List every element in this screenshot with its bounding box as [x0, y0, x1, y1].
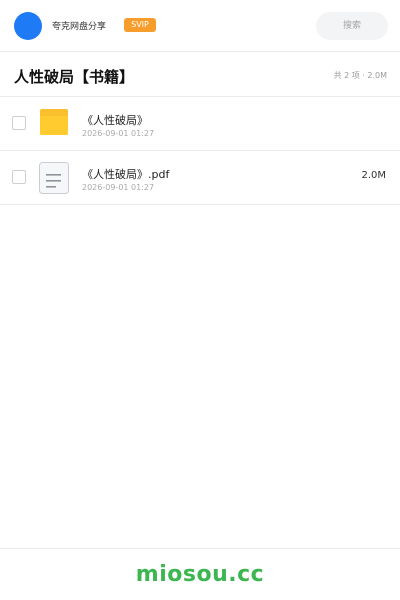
- file-date: 2026-09-01 01:27: [82, 129, 155, 138]
- avatar[interactable]: [14, 12, 42, 40]
- page-title: 人性破局【书籍】: [14, 68, 135, 86]
- footer: miosou.cc: [0, 548, 400, 600]
- file-row[interactable]: 《人性破局》 2026-09-01 01:27: [0, 97, 400, 151]
- search-input[interactable]: [316, 12, 388, 40]
- file-name[interactable]: 《人性破局》.pdf: [82, 166, 169, 182]
- svip-badge: SVIP: [124, 18, 156, 32]
- app-name: 夸克网盘分享: [52, 22, 107, 32]
- file-row[interactable]: 《人性破局》.pdf 2026-09-01 01:27 2.0M: [0, 151, 400, 205]
- folder-icon: [40, 109, 68, 135]
- file-name[interactable]: 《人性破局》: [82, 112, 148, 128]
- top-bar: 夸克网盘分享 SVIP: [0, 0, 400, 52]
- folder-header: 人性破局【书籍】 共 2 项 · 2.0M: [0, 53, 400, 97]
- row-checkbox[interactable]: [12, 116, 26, 130]
- document-icon: [39, 162, 69, 194]
- folder-summary: 共 2 项 · 2.0M: [333, 71, 387, 80]
- file-date: 2026-09-01 01:27: [82, 183, 155, 192]
- site-watermark[interactable]: miosou.cc: [0, 562, 400, 587]
- row-checkbox[interactable]: [12, 170, 26, 184]
- file-size: 2.0M: [361, 170, 386, 181]
